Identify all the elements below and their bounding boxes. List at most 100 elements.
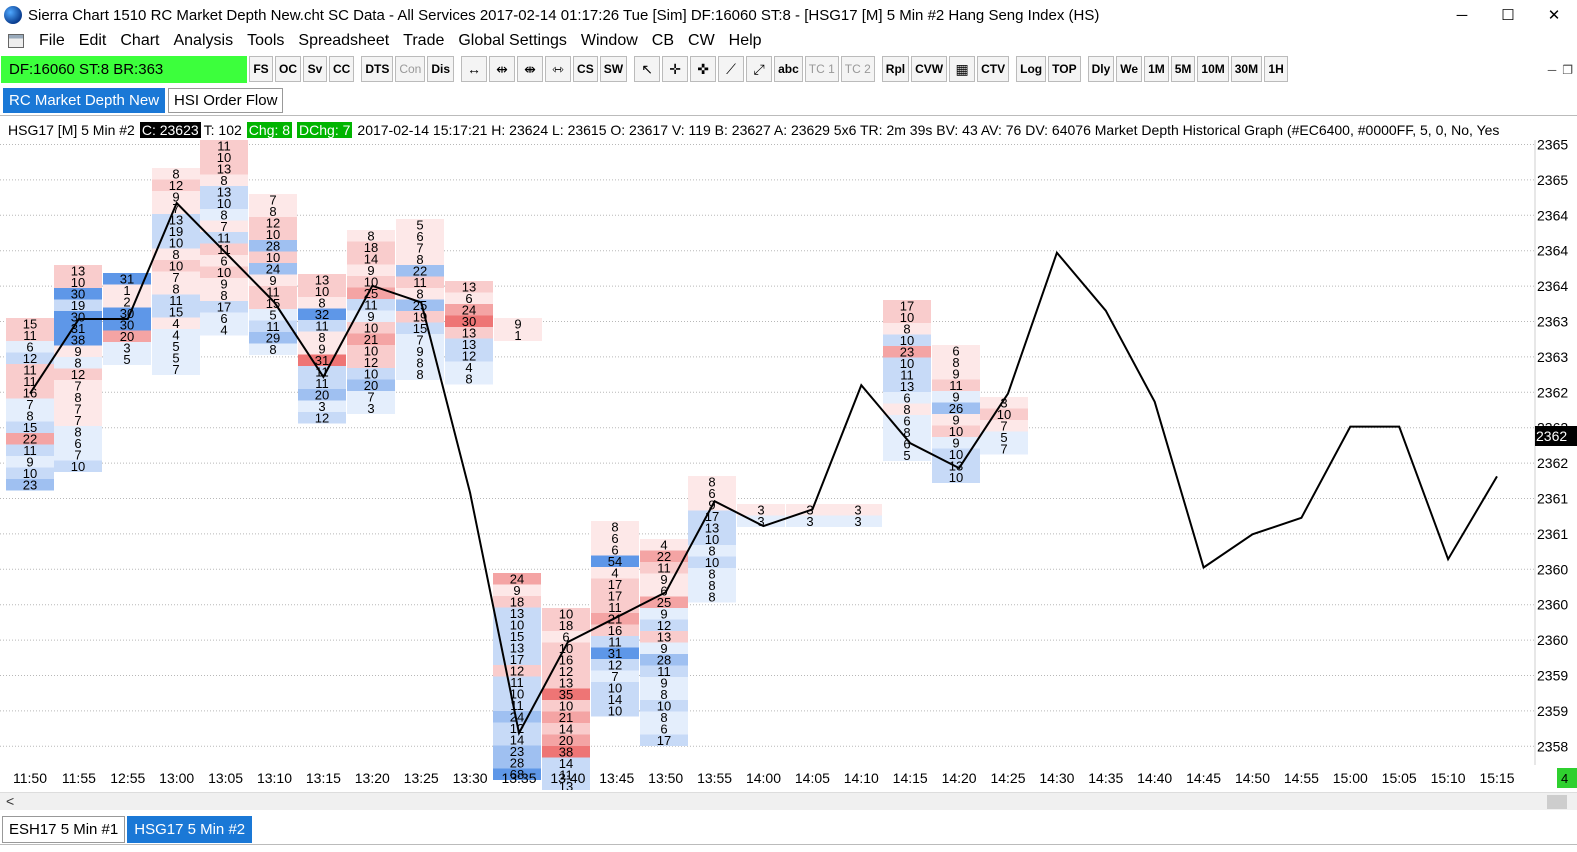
compress-icon[interactable]: ⇼ bbox=[517, 56, 544, 82]
ray-tool-icon[interactable]: ⤢ bbox=[746, 56, 773, 82]
tab-hsi-order-flow[interactable]: HSI Order Flow bbox=[168, 88, 284, 113]
y-axis-label: 2361 bbox=[1537, 526, 1568, 542]
y-axis-label: 2360 bbox=[1537, 597, 1568, 613]
1h-button[interactable]: 1H bbox=[1264, 56, 1289, 82]
x-axis-label: 14:40 bbox=[1137, 770, 1172, 786]
tc2-button[interactable]: TC 2 bbox=[840, 56, 875, 82]
oc-button[interactable]: OC bbox=[275, 56, 301, 82]
menu-edit[interactable]: Edit bbox=[72, 32, 114, 50]
x-axis-label: 15:00 bbox=[1333, 770, 1368, 786]
x-axis-label: 14:55 bbox=[1284, 770, 1319, 786]
tab-rc-market-depth-new[interactable]: RC Market Depth New bbox=[3, 88, 166, 113]
log-button[interactable]: Log bbox=[1016, 56, 1047, 82]
crosshair-icon[interactable]: ✛ bbox=[662, 56, 689, 82]
dly-button[interactable]: Dly bbox=[1087, 56, 1115, 82]
x-axis-label: 13:30 bbox=[453, 770, 488, 786]
tab-esh17-5min[interactable]: ESH17 5 Min #1 bbox=[2, 816, 126, 843]
depth-value: 8 bbox=[708, 590, 715, 605]
y-axis-label: 2360 bbox=[1537, 561, 1568, 577]
x-axis-label: 13:25 bbox=[404, 770, 439, 786]
depth-value: 7 bbox=[172, 362, 179, 377]
depth-value: 8 bbox=[269, 342, 276, 357]
sv-button[interactable]: Sv bbox=[303, 56, 327, 82]
market-depth-chart[interactable]: 2365 2365 2364 2364 2364 2363 2363 2362 2362 2362… bbox=[0, 140, 1577, 790]
top-button[interactable]: TOP bbox=[1048, 56, 1081, 82]
x-axis-label: 13:20 bbox=[355, 770, 390, 786]
abc-text-button[interactable]: abc bbox=[774, 56, 803, 82]
window-menu-icon[interactable] bbox=[8, 34, 24, 48]
menu-chart[interactable]: Chart bbox=[113, 32, 166, 50]
current-price-label: 2362 bbox=[1536, 428, 1567, 444]
x-axis-label: 14:35 bbox=[1088, 770, 1123, 786]
sw-button[interactable]: SW bbox=[599, 56, 628, 82]
tab-hsg17-5min[interactable]: HSG17 5 Min #2 bbox=[127, 816, 253, 843]
menu-help[interactable]: Help bbox=[722, 32, 769, 50]
1m-button[interactable]: 1M bbox=[1144, 56, 1169, 82]
right-edge-tag-label: 4 bbox=[1561, 771, 1568, 786]
menu-global-settings[interactable]: Global Settings bbox=[451, 32, 574, 50]
con-button[interactable]: Con bbox=[395, 56, 426, 82]
y-axis-label: 2363 bbox=[1537, 314, 1568, 330]
grid-tool-icon[interactable]: ▦ bbox=[949, 56, 976, 82]
scrollbar-thumb[interactable] bbox=[1547, 795, 1567, 809]
cross-tool-icon[interactable]: ✜ bbox=[690, 56, 717, 82]
expand-icon[interactable]: ⇹ bbox=[489, 56, 516, 82]
chart-window-tabs: ESH17 5 Min #1 HSG17 5 Min #2 bbox=[0, 816, 253, 844]
depth-value: 8 bbox=[416, 367, 423, 382]
cs-button[interactable]: CS bbox=[573, 56, 598, 82]
x-axis-label: 11:50 bbox=[13, 770, 47, 786]
maximize-button[interactable]: ☐ bbox=[1485, 0, 1531, 30]
x-axis-label: 13:40 bbox=[550, 770, 585, 786]
fs-button[interactable]: FS bbox=[249, 56, 273, 82]
bottom-divider bbox=[0, 844, 1577, 845]
we-button[interactable]: We bbox=[1116, 56, 1143, 82]
menu-cw[interactable]: CW bbox=[681, 32, 722, 50]
title-bar: Sierra Chart 1510 RC Market Depth New.ch… bbox=[0, 0, 1577, 30]
pointer-icon[interactable]: ↖ bbox=[634, 56, 661, 82]
x-axis-label: 14:20 bbox=[942, 770, 977, 786]
ctv-button[interactable]: CTV bbox=[977, 56, 1010, 82]
scroll-left-right-icon[interactable]: ↔ bbox=[461, 56, 488, 82]
cc-button[interactable]: CC bbox=[329, 56, 355, 82]
menu-analysis[interactable]: Analysis bbox=[166, 32, 240, 50]
depth-value: 10 bbox=[608, 704, 622, 719]
10m-button[interactable]: 10M bbox=[1197, 56, 1229, 82]
depth-value: 17 bbox=[657, 733, 671, 748]
y-axis-label: 2359 bbox=[1537, 703, 1568, 719]
y-axis-label: 2364 bbox=[1537, 207, 1568, 223]
line-tool-icon[interactable]: ⟋ bbox=[718, 56, 745, 82]
30m-button[interactable]: 30M bbox=[1230, 56, 1263, 82]
y-axis-label: 2365 bbox=[1537, 140, 1568, 153]
x-axis-label: 14:30 bbox=[1039, 770, 1074, 786]
info-dchg: DChg: 7 bbox=[297, 122, 353, 138]
y-axis-label: 2360 bbox=[1537, 632, 1568, 648]
cvw-button[interactable]: CVW bbox=[911, 56, 948, 82]
depth-value: 5 bbox=[903, 448, 910, 463]
horizontal-scrollbar[interactable]: < bbox=[0, 792, 1577, 810]
y-axis-label: 2363 bbox=[1537, 349, 1568, 365]
menu-cb[interactable]: CB bbox=[645, 32, 681, 50]
dts-button[interactable]: DTS bbox=[361, 56, 394, 82]
rpl-button[interactable]: Rpl bbox=[881, 56, 910, 82]
close-button[interactable]: ✕ bbox=[1531, 0, 1577, 30]
x-axis-label: 13:55 bbox=[697, 770, 732, 786]
menu-tools[interactable]: Tools bbox=[240, 32, 291, 50]
x-axis-label: 13:35 bbox=[501, 770, 536, 786]
menu-file[interactable]: File bbox=[32, 32, 72, 50]
menu-window[interactable]: Window bbox=[574, 32, 645, 50]
x-axis-label: 13:10 bbox=[257, 770, 292, 786]
x-axis-label: 15:10 bbox=[1431, 770, 1466, 786]
5m-button[interactable]: 5M bbox=[1170, 56, 1196, 82]
menu-spreadsheet[interactable]: Spreadsheet bbox=[291, 32, 396, 50]
toolbar: DF:16060 ST:8 BR:363 FS OC Sv CC DTS Con… bbox=[0, 54, 1577, 84]
dis-button[interactable]: Dis bbox=[427, 56, 455, 82]
minimize-button[interactable]: ─ bbox=[1439, 0, 1485, 30]
menu-trade[interactable]: Trade bbox=[396, 32, 451, 50]
x-axis-label: 14:25 bbox=[990, 770, 1025, 786]
app-globe-icon bbox=[4, 6, 22, 24]
fit-icon[interactable]: ⇿ bbox=[545, 56, 572, 82]
scroll-left-arrow-icon[interactable]: < bbox=[6, 793, 14, 809]
y-axis-label: 2365 bbox=[1537, 172, 1568, 188]
tc1-button[interactable]: TC 1 bbox=[804, 56, 839, 82]
x-axis-label: 14:10 bbox=[844, 770, 879, 786]
